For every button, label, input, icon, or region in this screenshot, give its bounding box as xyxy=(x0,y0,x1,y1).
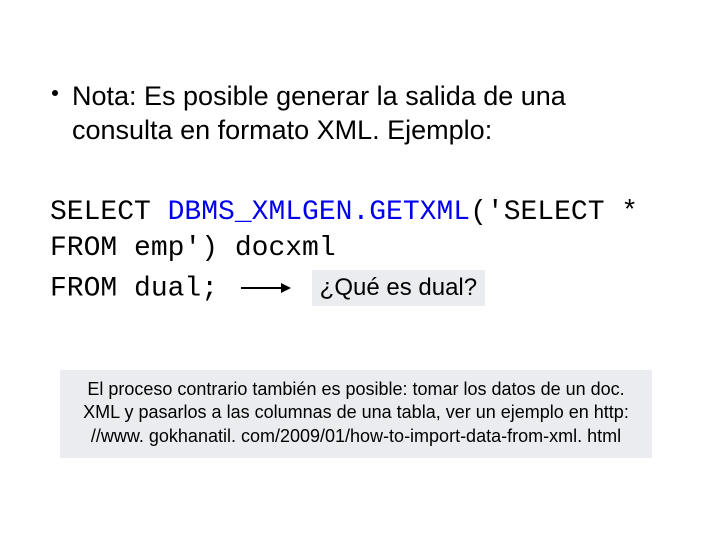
footnote-text: El proceso contrario también es posible:… xyxy=(83,379,629,446)
bullet-item: Nota: Es posible generar la salida de un… xyxy=(72,80,660,148)
code-line-2: FROM dual; ¿Qué es dual? xyxy=(50,270,670,308)
callout-text: ¿Qué es dual? xyxy=(320,274,477,301)
code-block: SELECT DBMS_XMLGEN.GETXML('SELECT * FROM… xyxy=(50,195,670,308)
slide: Nota: Es posible generar la salida de un… xyxy=(0,0,720,540)
code-arg-close: ') xyxy=(184,233,234,264)
footnote-box: El proceso contrario también es posible:… xyxy=(60,370,652,458)
code-semicolon: ; xyxy=(201,273,218,304)
code-arg-open: (' xyxy=(470,197,504,228)
arrow-icon xyxy=(241,279,291,297)
code-function: DBMS_XMLGEN.GETXML xyxy=(168,197,470,228)
bullet-text: Nota: Es posible generar la salida de un… xyxy=(72,81,566,145)
code-select: SELECT xyxy=(50,197,168,228)
code-alias: docxml xyxy=(235,233,336,264)
code-from: FROM dual xyxy=(50,273,201,304)
code-line-1: SELECT DBMS_XMLGEN.GETXML('SELECT * FROM… xyxy=(50,195,670,268)
callout-box: ¿Qué es dual? xyxy=(312,270,485,306)
bullet-dot-icon xyxy=(52,90,58,96)
